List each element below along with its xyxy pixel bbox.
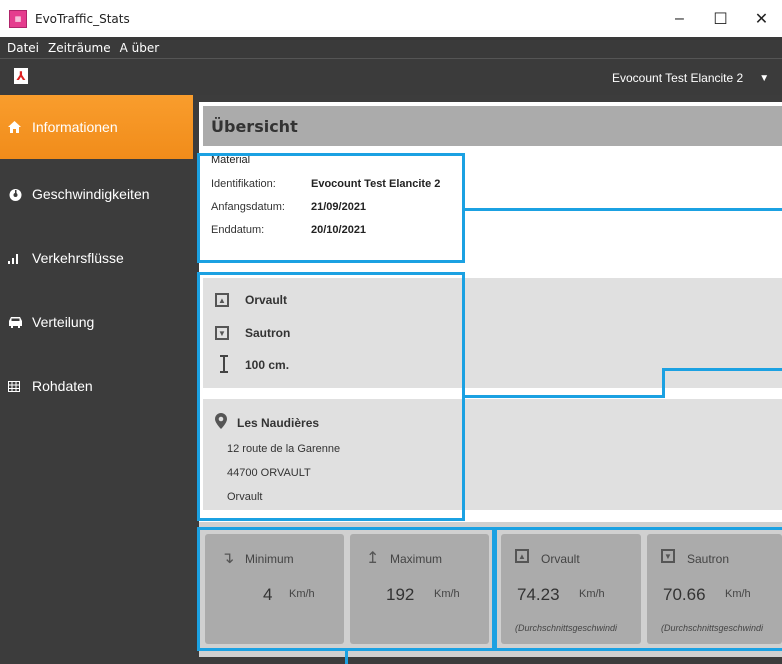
sidebar-item-verteilung[interactable]: Verteilung [0, 290, 193, 354]
sidebar-item-label: Geschwindigkeiten [32, 186, 150, 202]
sidebar-item-informationen[interactable]: Informationen [0, 95, 193, 159]
sidebar: Informationen Geschwindigkeiten Verkehrs… [0, 95, 193, 664]
sidebar-item-geschwindigkeiten[interactable]: Geschwindigkeiten [0, 162, 193, 226]
pdf-export-icon[interactable]: ⅄ [14, 68, 28, 84]
close-button[interactable]: ✕ [741, 0, 782, 37]
sidebar-item-label: Informationen [32, 119, 118, 135]
home-icon [8, 121, 30, 133]
title-bar: ▦ EvoTraffic_Stats – ☐ ✕ [0, 0, 782, 37]
highlight-location [197, 272, 465, 521]
car-icon [8, 316, 30, 328]
highlight-connector [465, 208, 782, 211]
window-controls: – ☐ ✕ [659, 0, 782, 37]
overview-header: Übersicht [203, 106, 782, 146]
sidebar-item-rohdaten[interactable]: Rohdaten [0, 354, 193, 418]
toolbar: ⅄ Evocount Test Elancite 2 ▼ [0, 58, 782, 95]
app-icon: ▦ [9, 9, 27, 28]
window-title: EvoTraffic_Stats [35, 11, 130, 26]
signal-icon [8, 252, 30, 264]
highlight-material [197, 153, 465, 263]
device-select-value: Evocount Test Elancite 2 [612, 71, 744, 85]
minimize-button[interactable]: – [659, 0, 700, 37]
gauge-icon [8, 188, 30, 201]
menu-datei[interactable]: Datei [7, 41, 39, 55]
menu-zeitraeume[interactable]: Zeiträume [48, 41, 111, 55]
menu-about[interactable]: A über [120, 41, 160, 55]
table-icon [8, 380, 30, 392]
highlight-connector [662, 368, 665, 398]
highlight-connector [345, 651, 348, 664]
sidebar-item-label: Rohdaten [32, 378, 93, 394]
sidebar-item-verkehrsfluesse[interactable]: Verkehrsflüsse [0, 226, 193, 290]
maximize-button[interactable]: ☐ [700, 0, 741, 37]
chevron-down-icon: ▼ [759, 72, 770, 84]
device-select[interactable]: Evocount Test Elancite 2 ▼ [612, 67, 782, 89]
highlight-connector [662, 368, 782, 371]
page-title: Übersicht [211, 116, 298, 136]
highlight-minmax [197, 527, 495, 651]
highlight-connector [465, 395, 665, 398]
sidebar-item-label: Verkehrsflüsse [32, 250, 124, 266]
highlight-averages [494, 527, 782, 651]
sidebar-item-label: Verteilung [32, 314, 95, 330]
menu-bar: Datei Zeiträume A über [0, 37, 782, 58]
